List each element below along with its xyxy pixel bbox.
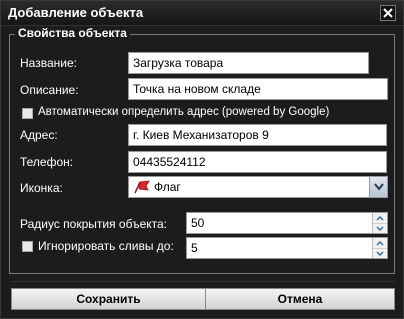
icon-select-value: Флаг xyxy=(154,180,181,194)
group-legend: Свойства объекта xyxy=(15,26,130,40)
dropdown-button[interactable] xyxy=(369,177,387,197)
radius-decrement-button[interactable] xyxy=(373,223,387,233)
address-input[interactable]: г. Киев Механизаторов 9 xyxy=(128,124,387,146)
chevron-down-icon xyxy=(373,183,384,191)
button-bar: Сохранить Отмена xyxy=(11,288,395,310)
phone-label: Телефон: xyxy=(20,155,74,169)
ignore-label: Игнорировать сливы до: xyxy=(38,239,174,253)
address-label: Адрес: xyxy=(20,128,58,142)
ignore-checkbox[interactable] xyxy=(22,241,33,252)
icon-select[interactable]: Флаг xyxy=(128,176,388,198)
arrow-up-icon xyxy=(376,215,384,221)
name-input[interactable]: Загрузка товара xyxy=(128,52,369,74)
auto-address-checkbox[interactable] xyxy=(22,108,33,119)
add-object-dialog: Добавление объекта Свойства объекта Назв… xyxy=(0,0,404,319)
cancel-button[interactable]: Отмена xyxy=(206,289,394,309)
name-label: Название: xyxy=(20,56,77,70)
radius-spinner[interactable] xyxy=(372,213,387,233)
radius-value: 50 xyxy=(191,216,205,230)
close-button[interactable] xyxy=(380,5,396,21)
radius-label: Радиус покрытия объекта: xyxy=(20,217,168,231)
save-button[interactable]: Сохранить xyxy=(12,289,205,309)
auto-address-label: Автоматически определить адрес (powered … xyxy=(38,106,330,118)
icon-label: Иконка: xyxy=(20,181,63,195)
divider xyxy=(11,281,395,282)
phone-input[interactable]: 04435524112 xyxy=(128,151,387,173)
ignore-spinner[interactable] xyxy=(372,238,387,258)
arrow-up-icon xyxy=(376,240,384,246)
ignore-value: 5 xyxy=(191,241,198,255)
radius-input[interactable]: 50 xyxy=(186,212,388,234)
dialog-title: Добавление объекта xyxy=(8,5,144,20)
ignore-decrement-button[interactable] xyxy=(373,248,387,258)
flag-icon xyxy=(134,180,150,194)
arrow-down-icon xyxy=(376,225,384,231)
description-label: Описание: xyxy=(20,83,79,97)
ignore-input[interactable]: 5 xyxy=(186,237,388,259)
close-icon xyxy=(383,8,393,18)
title-bar: Добавление объекта xyxy=(1,1,403,26)
arrow-down-icon xyxy=(376,250,384,256)
description-input[interactable]: Точка на новом складе xyxy=(128,78,388,100)
